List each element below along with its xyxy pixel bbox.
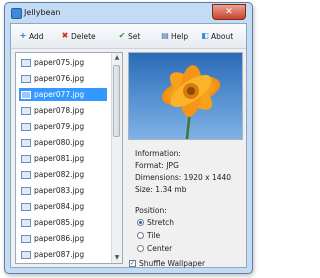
window-title: Jellybean [24,8,61,17]
add-label: Add [29,31,44,41]
set-label: Set [128,31,141,41]
title-bar[interactable]: Jellybean ✕ [5,3,252,23]
orange-flower-image [129,53,242,139]
image-file-icon [21,170,31,179]
about-button[interactable]: ◧ About [201,30,233,42]
file-name: paper078.jpg [34,106,85,115]
app-icon [11,8,22,19]
center-radio[interactable] [137,245,144,252]
add-button[interactable]: + Add [19,30,44,42]
tile-label: Tile [147,231,161,240]
file-name: paper086.jpg [34,234,85,243]
file-name: paper082.jpg [34,170,85,179]
image-file-icon [21,234,31,243]
file-name: paper076.jpg [34,74,85,83]
scroll-thumb[interactable] [113,65,120,137]
file-list-item[interactable]: paper083.jpg [19,184,107,197]
about-chat-icon: ◧ [201,31,209,40]
file-name: paper075.jpg [34,58,85,67]
center-label: Center [147,244,173,253]
image-file-icon [21,202,31,211]
help-button[interactable]: ▤ Help [161,30,188,42]
file-name: paper079.jpg [34,122,85,131]
file-list-item[interactable]: paper082.jpg [19,168,107,181]
stretch-label: Stretch [147,218,175,227]
file-list-item[interactable]: paper086.jpg [19,232,107,245]
file-list-item[interactable]: paper084.jpg [19,200,107,213]
help-book-icon: ▤ [161,31,169,40]
file-list[interactable]: paper075.jpg paper076.jpg paper077.jpg pape… [15,52,123,264]
file-name: paper084.jpg [34,202,85,211]
scroll-down-icon[interactable]: ▼ [112,253,122,263]
scroll-up-icon[interactable]: ▲ [112,53,122,63]
delete-button[interactable]: ✖ Delete [61,30,96,42]
file-name: paper085.jpg [34,218,85,227]
image-file-icon [21,154,31,163]
app-window: Jellybean ✕ + Add ✖ Delete ✔ Set ▤ Help … [4,2,253,274]
shuffle-label: Shuffle Wallpaper [139,259,206,268]
info-heading: Information: [135,149,181,158]
file-list-item[interactable]: paper085.jpg [19,216,107,229]
info-format: Format: JPG [135,161,179,170]
image-file-icon [21,74,31,83]
file-list-item[interactable]: paper087.jpg [19,248,107,261]
image-file-icon [21,218,31,227]
image-file-icon [21,138,31,147]
file-list-item[interactable]: paper077.jpg [19,88,107,101]
file-name: paper087.jpg [34,250,85,259]
plus-icon: + [19,31,27,40]
shuffle-checkbox[interactable]: ✓ [129,260,136,267]
file-name: paper081.jpg [34,154,85,163]
stretch-radio[interactable] [137,219,144,226]
image-file-icon [21,90,31,99]
image-file-icon [21,122,31,131]
file-list-item[interactable]: paper075.jpg [19,56,107,69]
help-label: Help [171,31,189,41]
wallpaper-preview [128,52,243,140]
checkmark-icon: ✔ [118,31,126,40]
image-file-icon [21,186,31,195]
info-size: Size: 1.34 mb [135,185,187,194]
file-name: paper080.jpg [34,138,85,147]
file-name: paper083.jpg [34,186,85,195]
file-list-item[interactable]: paper080.jpg [19,136,107,149]
file-name: paper077.jpg [34,90,85,99]
vertical-scrollbar[interactable]: ▲ ▼ [111,53,122,263]
tile-radio[interactable] [137,232,144,239]
file-list-item[interactable]: paper079.jpg [19,120,107,133]
toolbar: + Add ✖ Delete ✔ Set ▤ Help ◧ About [11,24,246,49]
set-button[interactable]: ✔ Set [118,30,141,42]
info-dimensions: Dimensions: 1920 x 1440 [135,173,232,182]
image-file-icon [21,250,31,259]
file-list-item[interactable]: paper081.jpg [19,152,107,165]
file-list-item[interactable]: paper076.jpg [19,72,107,85]
close-button[interactable]: ✕ [212,4,246,20]
image-file-icon [21,106,31,115]
about-label: About [211,31,234,41]
file-list-item[interactable]: paper078.jpg [19,104,107,117]
position-heading: Position: [135,206,167,215]
delete-label: Delete [71,31,96,41]
delete-x-icon: ✖ [61,31,69,40]
client-area: + Add ✖ Delete ✔ Set ▤ Help ◧ About pape… [10,23,247,268]
image-file-icon [21,58,31,67]
